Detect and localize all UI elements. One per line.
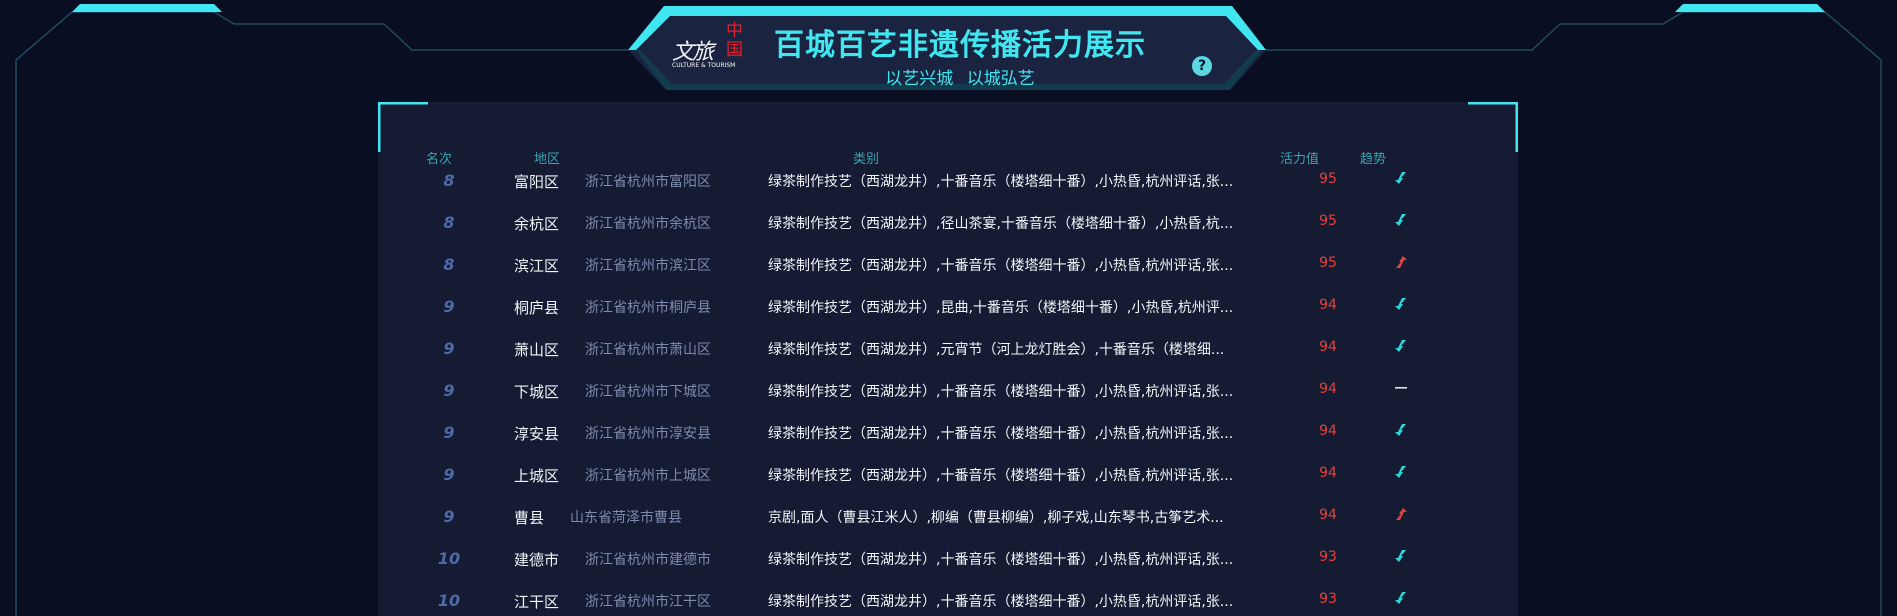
region-full-path: 浙江省杭州市淳安县 (585, 426, 711, 442)
rank-number: 9 (443, 381, 455, 400)
trend-down-icon (1386, 297, 1416, 315)
category-list: 绿茶制作技艺（西湖龙井）,十番音乐（楼塔细十番）,小热昏,杭州评话,张... (768, 258, 1234, 274)
page-title: 百城百艺非遗传播活力展示 (774, 28, 1146, 63)
table-row[interactable]: 9 下城区 浙江省杭州市下城区 绿茶制作技艺（西湖龙井）,十番音乐（楼塔细十番）,小热… (378, 381, 1518, 423)
table-row[interactable]: 10 江干区 浙江省杭州市江干区 绿茶制作技艺（西湖龙井）,十番音乐（楼塔细十番）,小… (378, 591, 1518, 616)
vitality-value: 93 (1319, 591, 1337, 607)
table-row[interactable]: 9 萧山区 浙江省杭州市萧山区 绿茶制作技艺（西湖龙井）,元宵节（河上龙灯胜会）,十番… (378, 339, 1518, 381)
category-list: 绿茶制作技艺（西湖龙井）,十番音乐（楼塔细十番）,小热昏,杭州评话,张... (768, 468, 1234, 484)
region-name: 曹县 (514, 509, 545, 527)
region-full-path: 浙江省杭州市余杭区 (585, 216, 711, 232)
region-full-path: 山东省菏泽市曹县 (570, 510, 682, 526)
vitality-value: 93 (1319, 549, 1337, 565)
vitality-value: 94 (1319, 297, 1337, 313)
rank-number: 8 (443, 171, 455, 190)
region-name: 上城区 (514, 467, 560, 485)
trend-down-icon (1386, 339, 1416, 357)
page-subtitle: 以艺兴城 以城弘艺 (885, 69, 1035, 89)
vitality-value: 95 (1319, 213, 1337, 229)
trend-down-icon (1386, 213, 1416, 231)
region-full-path: 浙江省杭州市萧山区 (585, 342, 711, 358)
region-name: 余杭区 (514, 215, 560, 233)
ranking-panel: 名次 地区 类别 活力值 趋势 8 富阳区 浙江省杭州市富阳区 绿茶制作技艺（西湖龙井… (378, 102, 1518, 616)
panel-corner-left (378, 102, 428, 152)
logo-text-en: CULTURE & TOURISM (672, 62, 736, 69)
trend-down-icon (1386, 423, 1416, 441)
category-list: 绿茶制作技艺（西湖龙井）,十番音乐（楼塔细十番）,小热昏,杭州评话,张... (768, 384, 1234, 400)
rank-number: 8 (443, 255, 455, 274)
help-icon[interactable]: ? (1192, 56, 1212, 76)
region-name: 淳安县 (514, 425, 560, 443)
vitality-value: 94 (1319, 507, 1337, 523)
rank-number: 10 (437, 549, 461, 568)
column-header-category: 类别 (853, 152, 880, 167)
panel-corner-right (1468, 102, 1518, 152)
region-full-path: 浙江省杭州市江干区 (585, 594, 711, 610)
rank-number: 8 (443, 213, 455, 232)
region-name: 江干区 (514, 593, 560, 611)
trend-down-icon (1386, 465, 1416, 483)
rank-number: 10 (437, 591, 461, 610)
category-list: 绿茶制作技艺（西湖龙井）,十番音乐（楼塔细十番）,小热昏,杭州评话,张... (768, 174, 1234, 190)
table-row[interactable]: 9 曹县 山东省菏泽市曹县 京剧,面人（曹县江米人）,柳编（曹县柳编）,柳子戏,山东琴… (378, 507, 1518, 549)
vitality-value: 95 (1319, 255, 1337, 271)
table-row[interactable]: 10 建德市 浙江省杭州市建德市 绿茶制作技艺（西湖龙井）,十番音乐（楼塔细十番）,小… (378, 549, 1518, 591)
table-row[interactable]: 8 富阳区 浙江省杭州市富阳区 绿茶制作技艺（西湖龙井）,十番音乐（楼塔细十番）,小热… (378, 171, 1518, 213)
region-name: 建德市 (514, 551, 560, 569)
vitality-value: 95 (1319, 171, 1337, 187)
region-name: 滨江区 (514, 257, 560, 275)
table-row[interactable]: 9 上城区 浙江省杭州市上城区 绿茶制作技艺（西湖龙井）,十番音乐（楼塔细十番）,小热… (378, 465, 1518, 507)
trend-up-icon (1386, 255, 1416, 273)
trend-down-icon (1386, 591, 1416, 609)
trend-up-icon (1386, 507, 1416, 525)
vitality-value: 94 (1319, 381, 1337, 397)
rank-number: 9 (443, 507, 455, 526)
column-header-trend: 趋势 (1360, 152, 1387, 167)
logo: 文旅 中国 CULTURE & TOURISM (668, 20, 748, 74)
category-list: 绿茶制作技艺（西湖龙井）,径山茶宴,十番音乐（楼塔细十番）,小热昏,杭... (768, 216, 1234, 232)
region-name: 下城区 (514, 383, 560, 401)
region-full-path: 浙江省杭州市建德市 (585, 552, 711, 568)
table-row[interactable]: 9 桐庐县 浙江省杭州市桐庐县 绿茶制作技艺（西湖龙井）,昆曲,十番音乐（楼塔细十番）… (378, 297, 1518, 339)
category-list: 绿茶制作技艺（西湖龙井）,十番音乐（楼塔细十番）,小热昏,杭州评话,张... (768, 426, 1234, 442)
region-name: 萧山区 (514, 341, 560, 359)
table-row[interactable]: 8 滨江区 浙江省杭州市滨江区 绿茶制作技艺（西湖龙井）,十番音乐（楼塔细十番）,小热… (378, 255, 1518, 297)
table-header: 名次 地区 类别 活力值 趋势 (378, 148, 1518, 168)
column-header-value: 活力值 (1280, 152, 1320, 167)
region-name: 富阳区 (514, 173, 560, 191)
logo-text-zhongguo: 中国 (726, 21, 743, 60)
region-full-path: 浙江省杭州市滨江区 (585, 258, 711, 274)
region-full-path: 浙江省杭州市桐庐县 (585, 300, 711, 316)
region-full-path: 浙江省杭州市富阳区 (585, 174, 711, 190)
table-row[interactable]: 8 余杭区 浙江省杭州市余杭区 绿茶制作技艺（西湖龙井）,径山茶宴,十番音乐（楼塔细十… (378, 213, 1518, 255)
category-list: 绿茶制作技艺（西湖龙井）,十番音乐（楼塔细十番）,小热昏,杭州评话,张... (768, 552, 1234, 568)
trend-down-icon (1386, 549, 1416, 567)
rank-number: 9 (443, 465, 455, 484)
region-name: 桐庐县 (514, 299, 560, 317)
rank-number: 9 (443, 339, 455, 358)
vitality-value: 94 (1319, 423, 1337, 439)
column-header-region: 地区 (534, 152, 561, 167)
region-full-path: 浙江省杭州市下城区 (585, 384, 711, 400)
trend-flat-icon (1386, 381, 1416, 399)
column-header-rank: 名次 (426, 152, 453, 167)
category-list: 绿茶制作技艺（西湖龙井）,昆曲,十番音乐（楼塔细十番）,小热昏,杭州评... (768, 300, 1234, 316)
trend-down-icon (1386, 171, 1416, 189)
table-row[interactable]: 9 淳安县 浙江省杭州市淳安县 绿茶制作技艺（西湖龙井）,十番音乐（楼塔细十番）,小热… (378, 423, 1518, 465)
vitality-value: 94 (1319, 465, 1337, 481)
category-list: 绿茶制作技艺（西湖龙井）,元宵节（河上龙灯胜会）,十番音乐（楼塔细... (768, 342, 1225, 358)
vitality-value: 94 (1319, 339, 1337, 355)
category-list: 绿茶制作技艺（西湖龙井）,十番音乐（楼塔细十番）,小热昏,杭州评话,张... (768, 594, 1234, 610)
rank-number: 9 (443, 297, 455, 316)
category-list: 京剧,面人（曹县江米人）,柳编（曹县柳编）,柳子戏,山东琴书,古筝艺术... (768, 510, 1224, 526)
rank-number: 9 (443, 423, 455, 442)
region-full-path: 浙江省杭州市上城区 (585, 468, 711, 484)
